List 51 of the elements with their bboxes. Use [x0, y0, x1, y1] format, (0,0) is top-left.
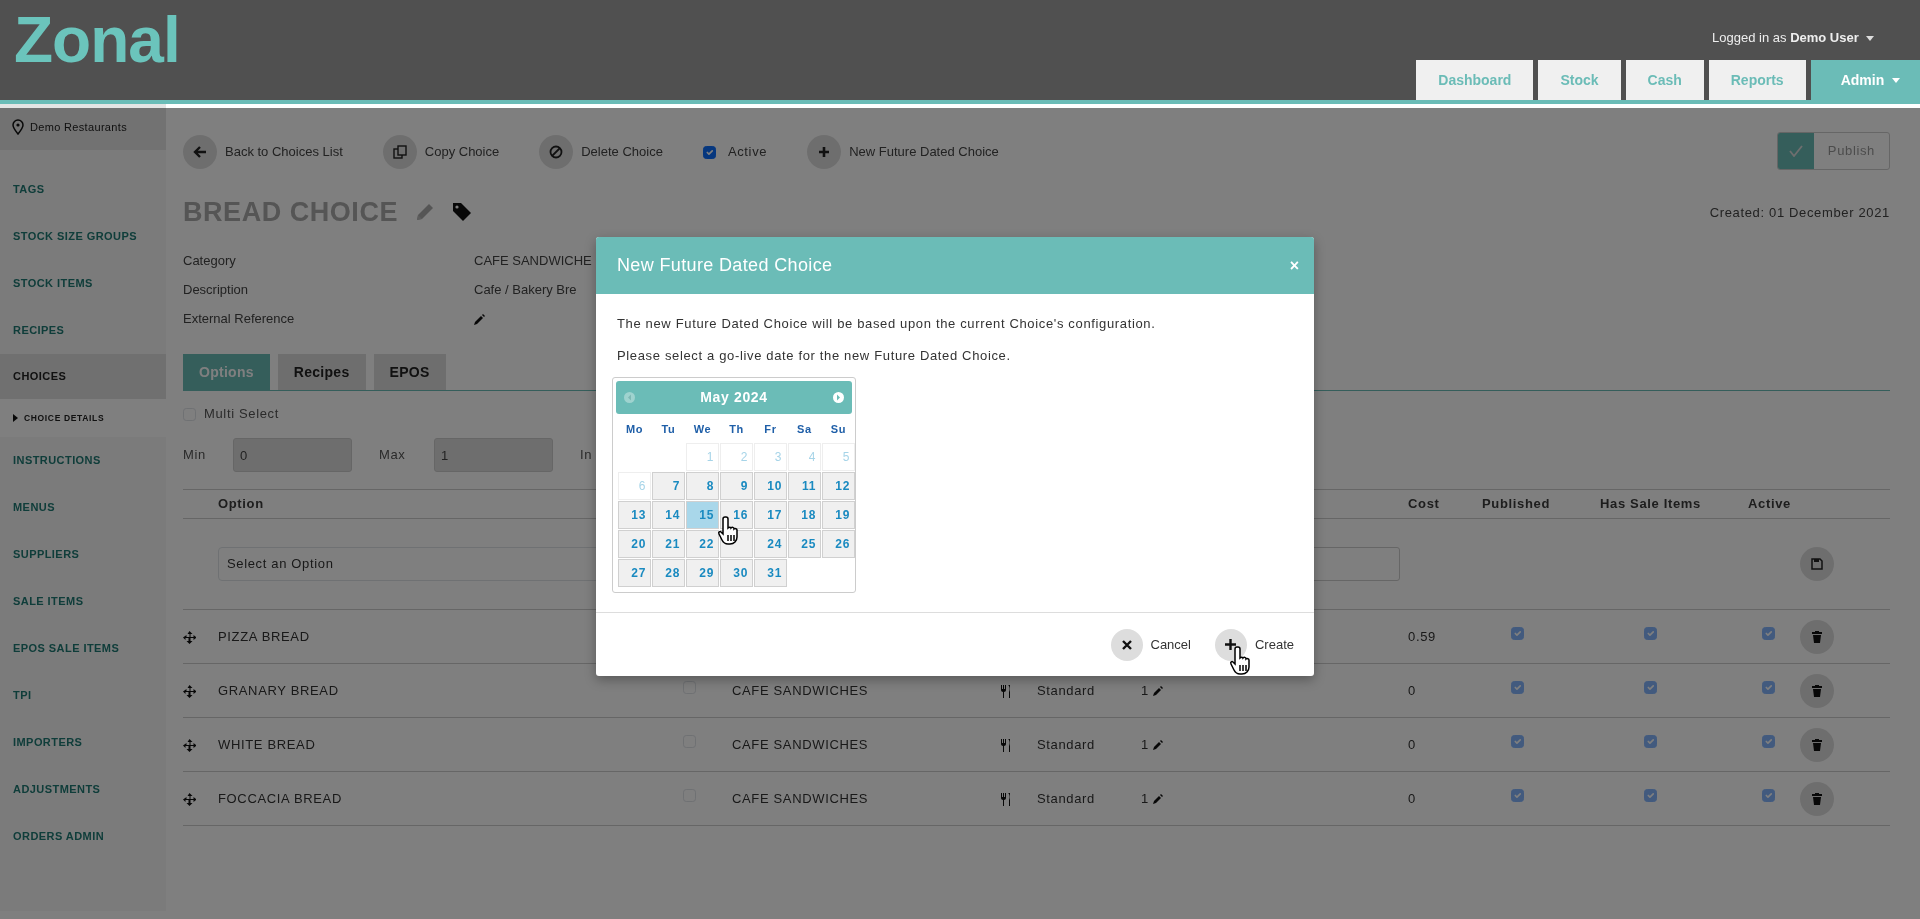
column-header: Option [218, 495, 265, 514]
quantity-text: 1 [1141, 681, 1149, 700]
weekday-label: Sa [796, 422, 813, 437]
calendar-day: 4 [788, 443, 821, 471]
calendar-day: 3 [754, 443, 787, 471]
type-text: Standard [1037, 789, 1096, 808]
column-header: Active [1748, 495, 1792, 514]
quantity-text: 1 [1141, 735, 1149, 754]
cost-text: 0.59 [1408, 627, 1437, 646]
column-header: Has Sale Items [1600, 495, 1702, 514]
field-label: Description [183, 281, 249, 299]
cost-text: 0 [1408, 789, 1417, 808]
option-name: WHITE BREAD [218, 735, 317, 754]
month-title: May 2024 [700, 388, 768, 407]
created-date: Created: 01 December 2021 [1709, 203, 1890, 222]
category-text: CAFE SANDWICHES [732, 681, 870, 700]
field-label: In [580, 446, 594, 465]
field-value: CAFE SANDWICHE [474, 252, 592, 270]
option-name: FOCCACIA BREAD [218, 789, 343, 808]
category-text: CAFE SANDWICHES [732, 789, 870, 808]
column-header: Published [1482, 495, 1551, 514]
calendar-day: 2 [720, 443, 753, 471]
cost-text: 0 [1408, 735, 1417, 754]
weekday-label: We [692, 422, 713, 437]
calendar-day: 1 [686, 443, 719, 471]
calendar-day: 5 [822, 443, 855, 471]
type-text: Standard [1037, 681, 1096, 700]
logo: Zonal [13, 3, 180, 78]
category-text: CAFE SANDWICHES [732, 735, 870, 754]
dialog-text: The new Future Dated Choice will be based upon the current Choice's configuration. [617, 315, 1157, 333]
field-label: Max [379, 446, 407, 465]
weekday-label: Mo [624, 422, 645, 437]
dialog-text: Please select a go-live date for the new Future Dated Choice. [617, 346, 1012, 365]
option-name: PIZZA BREAD [218, 627, 311, 646]
quantity-text: 1 [1141, 789, 1149, 808]
field-label: Category [183, 252, 236, 270]
weekday-label: Tu [660, 422, 677, 437]
field-value: Cafe / Bakery Bre [474, 281, 577, 299]
column-header: Cost [1408, 495, 1441, 514]
option-name: GRANARY BREAD [218, 681, 340, 700]
weekday-label: Fr [763, 422, 778, 437]
checkbox-label: Multi Select [204, 405, 279, 424]
cost-text: 0 [1408, 681, 1417, 700]
weekday-label: Th [728, 422, 745, 437]
field-label: Min [183, 446, 207, 465]
dialog-title: New Future Dated Choice [617, 254, 833, 277]
checkbox-label: Active [727, 143, 768, 162]
calendar-day: 6 [618, 472, 651, 500]
weekday-label: Su [829, 422, 848, 437]
type-text: Standard [1037, 735, 1096, 754]
field-label: External Reference [183, 310, 295, 328]
